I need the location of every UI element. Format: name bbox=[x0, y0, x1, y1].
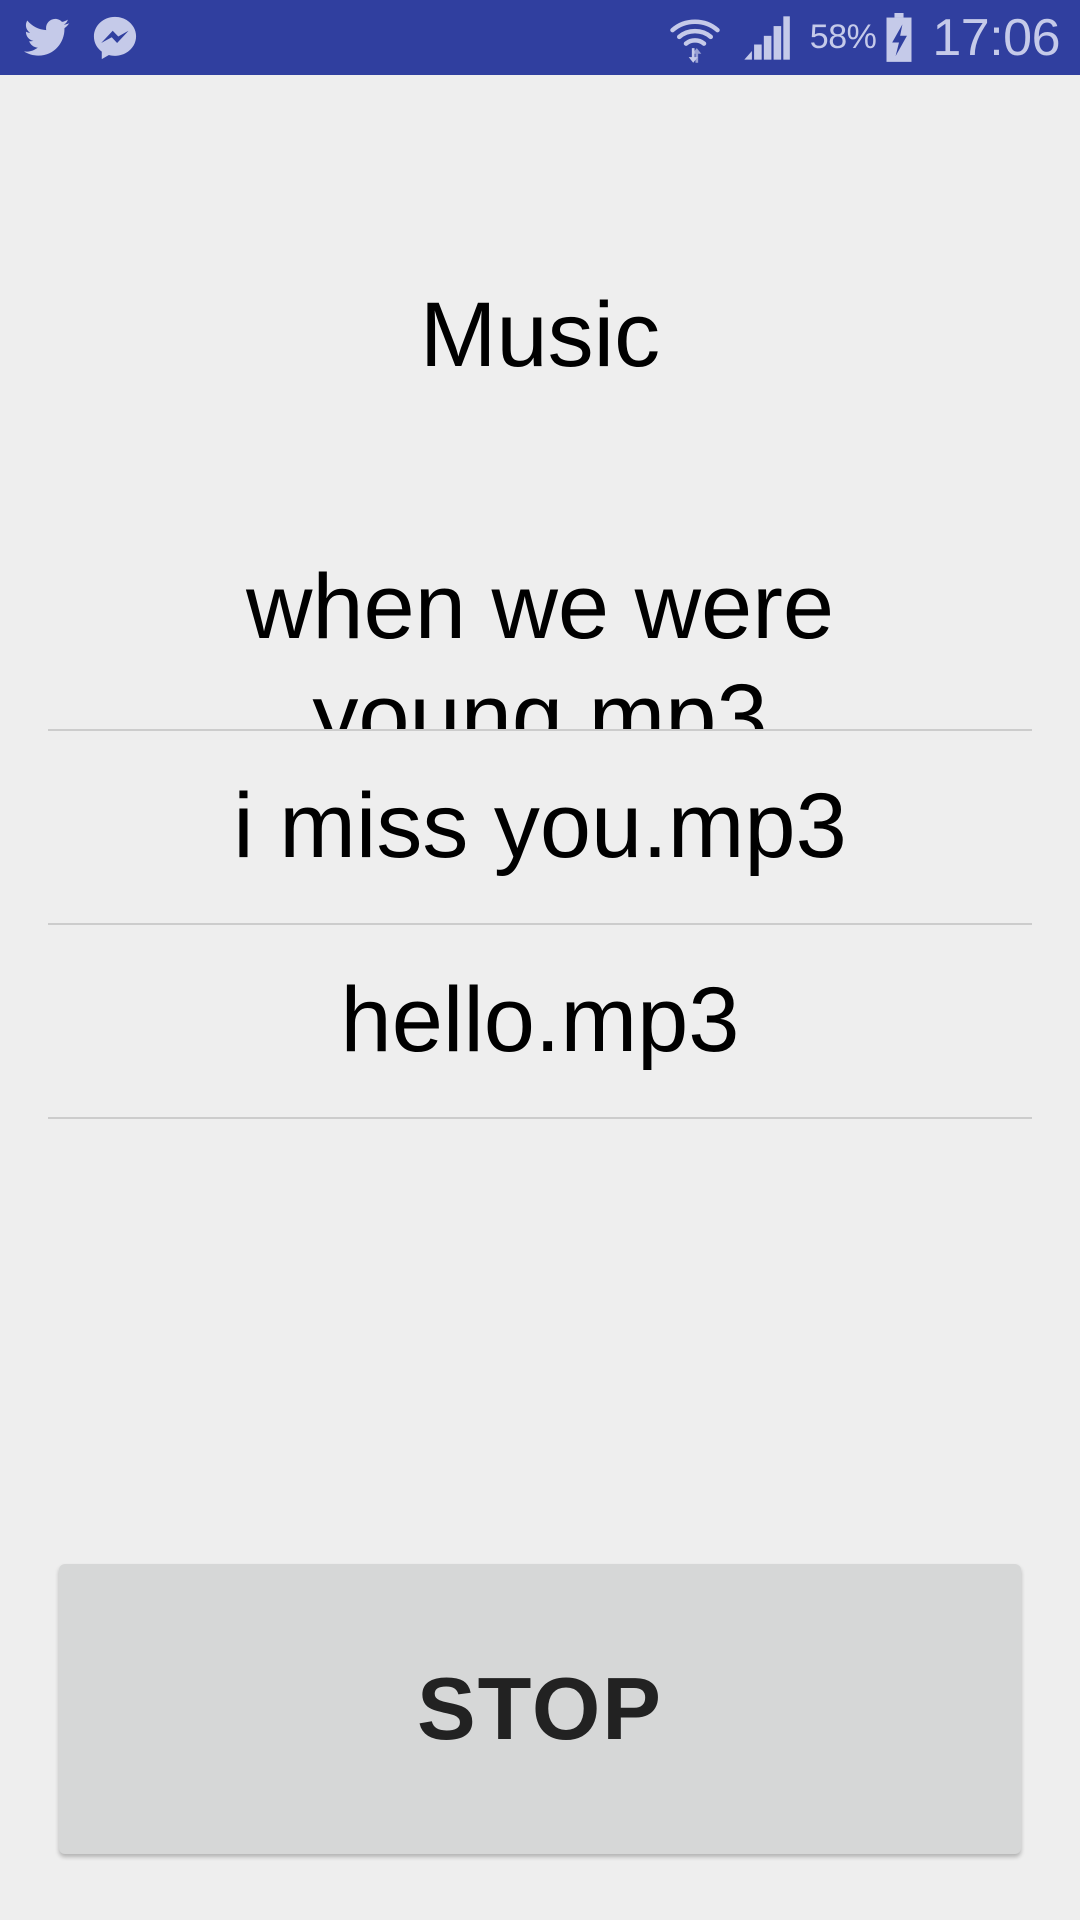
battery-percentage: 58% bbox=[809, 18, 877, 56]
wifi-icon bbox=[670, 18, 720, 63]
song-item[interactable]: i miss you.mp3 bbox=[48, 731, 1032, 925]
battery-charging-icon bbox=[886, 12, 912, 62]
cellular-signal-icon bbox=[744, 15, 790, 60]
song-item[interactable]: when we were young.mp3 bbox=[48, 540, 1032, 731]
notification-icons bbox=[24, 0, 138, 75]
messenger-icon bbox=[93, 16, 137, 59]
song-item[interactable]: hello.mp3 bbox=[48, 925, 1032, 1119]
system-icons: 58% 17:06 bbox=[668, 0, 1060, 75]
clock: 17:06 bbox=[932, 8, 1060, 67]
song-list-content: when we were young.mp3 i miss you.mp3 he… bbox=[48, 540, 1032, 1119]
status-bar: 58% 17:06 bbox=[0, 0, 1080, 75]
song-list[interactable]: when we were young.mp3 i miss you.mp3 he… bbox=[48, 540, 1032, 1120]
twitter-icon bbox=[24, 18, 70, 56]
page-title: Music bbox=[419, 284, 661, 386]
stop-button[interactable]: STOP bbox=[59, 1564, 1021, 1854]
